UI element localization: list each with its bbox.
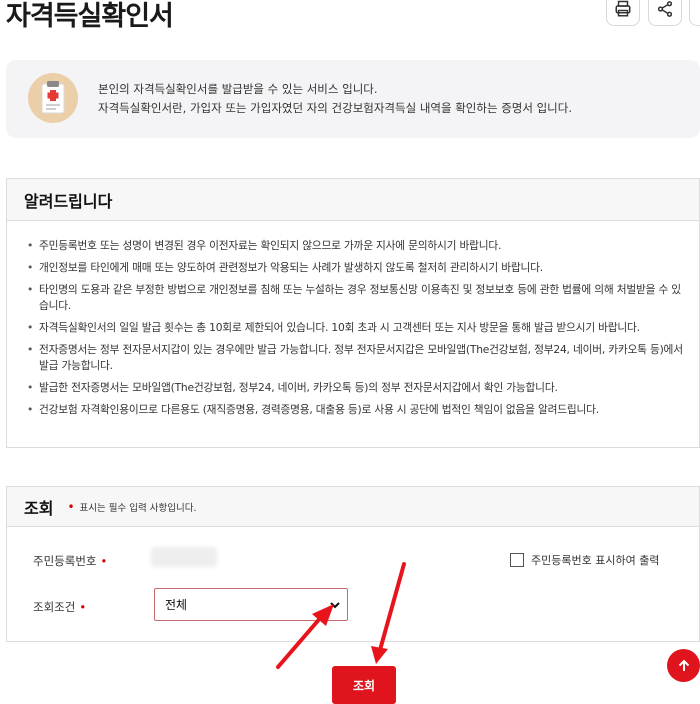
- notice-item: 건강보험 자격확인용이므로 다른용도 (재직증명용, 경력증명용, 대출용 등)…: [27, 402, 687, 418]
- print-button[interactable]: [606, 0, 640, 26]
- notice-list: 주민등록번호 또는 성명이 변경된 경우 이전자료는 확인되지 않으므로 가까운…: [7, 221, 699, 418]
- document-clipboard-icon: [28, 73, 78, 123]
- show-id-checkbox-label: 주민등록번호 표시하여 출력: [531, 554, 660, 567]
- service-intro-panel: 본인의 자격득실확인서를 발급받을 수 있는 서비스 입니다. 자격득실확인서란…: [6, 60, 700, 138]
- more-button[interactable]: [689, 0, 700, 26]
- show-id-checkbox[interactable]: 주민등록번호 표시하여 출력: [510, 552, 659, 568]
- required-mark: •: [100, 554, 108, 568]
- notice-title: 알려드립니다: [24, 191, 113, 211]
- intro-text-line2: 자격득실확인서란, 가입자 또는 가입자였던 자의 건강보험자격득실 내역을 확…: [98, 101, 572, 115]
- notice-item: 개인정보를 타인에게 매매 또는 양도하여 관련정보가 악용되는 사례가 발생하…: [27, 260, 687, 276]
- required-mark: •: [67, 499, 75, 514]
- condition-label: 조회조건 •: [33, 600, 87, 614]
- submit-button[interactable]: 조회: [332, 666, 396, 704]
- scroll-to-top-button[interactable]: [667, 649, 700, 682]
- share-button[interactable]: [648, 0, 682, 26]
- notice-item: 자격득실확인서의 일일 발급 횟수는 총 10회로 제한되어 있습니다. 10회…: [27, 320, 687, 336]
- query-header: 조회 • 표시는 필수 입력 사항입니다.: [7, 487, 699, 527]
- notice-header: 알려드립니다: [7, 179, 699, 221]
- required-note: 표시는 필수 입력 사항입니다.: [79, 502, 197, 514]
- query-title: 조회: [24, 498, 54, 518]
- required-mark: •: [79, 600, 87, 614]
- printer-icon: [615, 0, 631, 17]
- notice-item: 전자증명서는 정부 전자문서지갑이 있는 경우에만 발급 가능합니다. 정부 전…: [27, 342, 687, 374]
- page-title: 자격득실확인서: [6, 1, 174, 32]
- notice-item: 발급한 전자증명서는 모바일앱(The건강보험, 정부24, 네이버, 카카오톡…: [27, 380, 687, 396]
- condition-selected-value: 전체: [165, 598, 188, 612]
- id-number-label: 주민등록번호 •: [33, 554, 108, 568]
- condition-select[interactable]: 전체: [154, 588, 348, 621]
- id-number-value-masked: [151, 547, 217, 567]
- submit-label: 조회: [352, 678, 376, 693]
- annotation-arrowhead: [371, 646, 388, 664]
- share-icon: [657, 1, 673, 17]
- checkbox[interactable]: [510, 553, 524, 567]
- arrow-up-icon: [678, 659, 689, 671]
- notice-item: 주민등록번호 또는 성명이 변경된 경우 이전자료는 확인되지 않으므로 가까운…: [27, 238, 687, 254]
- notice-panel: 알려드립니다 주민등록번호 또는 성명이 변경된 경우 이전자료는 확인되지 않…: [6, 178, 700, 448]
- chevron-down-icon: [330, 602, 340, 609]
- query-form: 조회 • 표시는 필수 입력 사항입니다. 주민등록번호 • 주민등록번호 표시하…: [6, 486, 700, 642]
- intro-text-line1: 본인의 자격득실확인서를 발급받을 수 있는 서비스 입니다.: [98, 82, 378, 96]
- notice-item: 타인명의 도용과 같은 부정한 방법으로 개인정보를 침해 또는 누설하는 경우…: [27, 282, 687, 314]
